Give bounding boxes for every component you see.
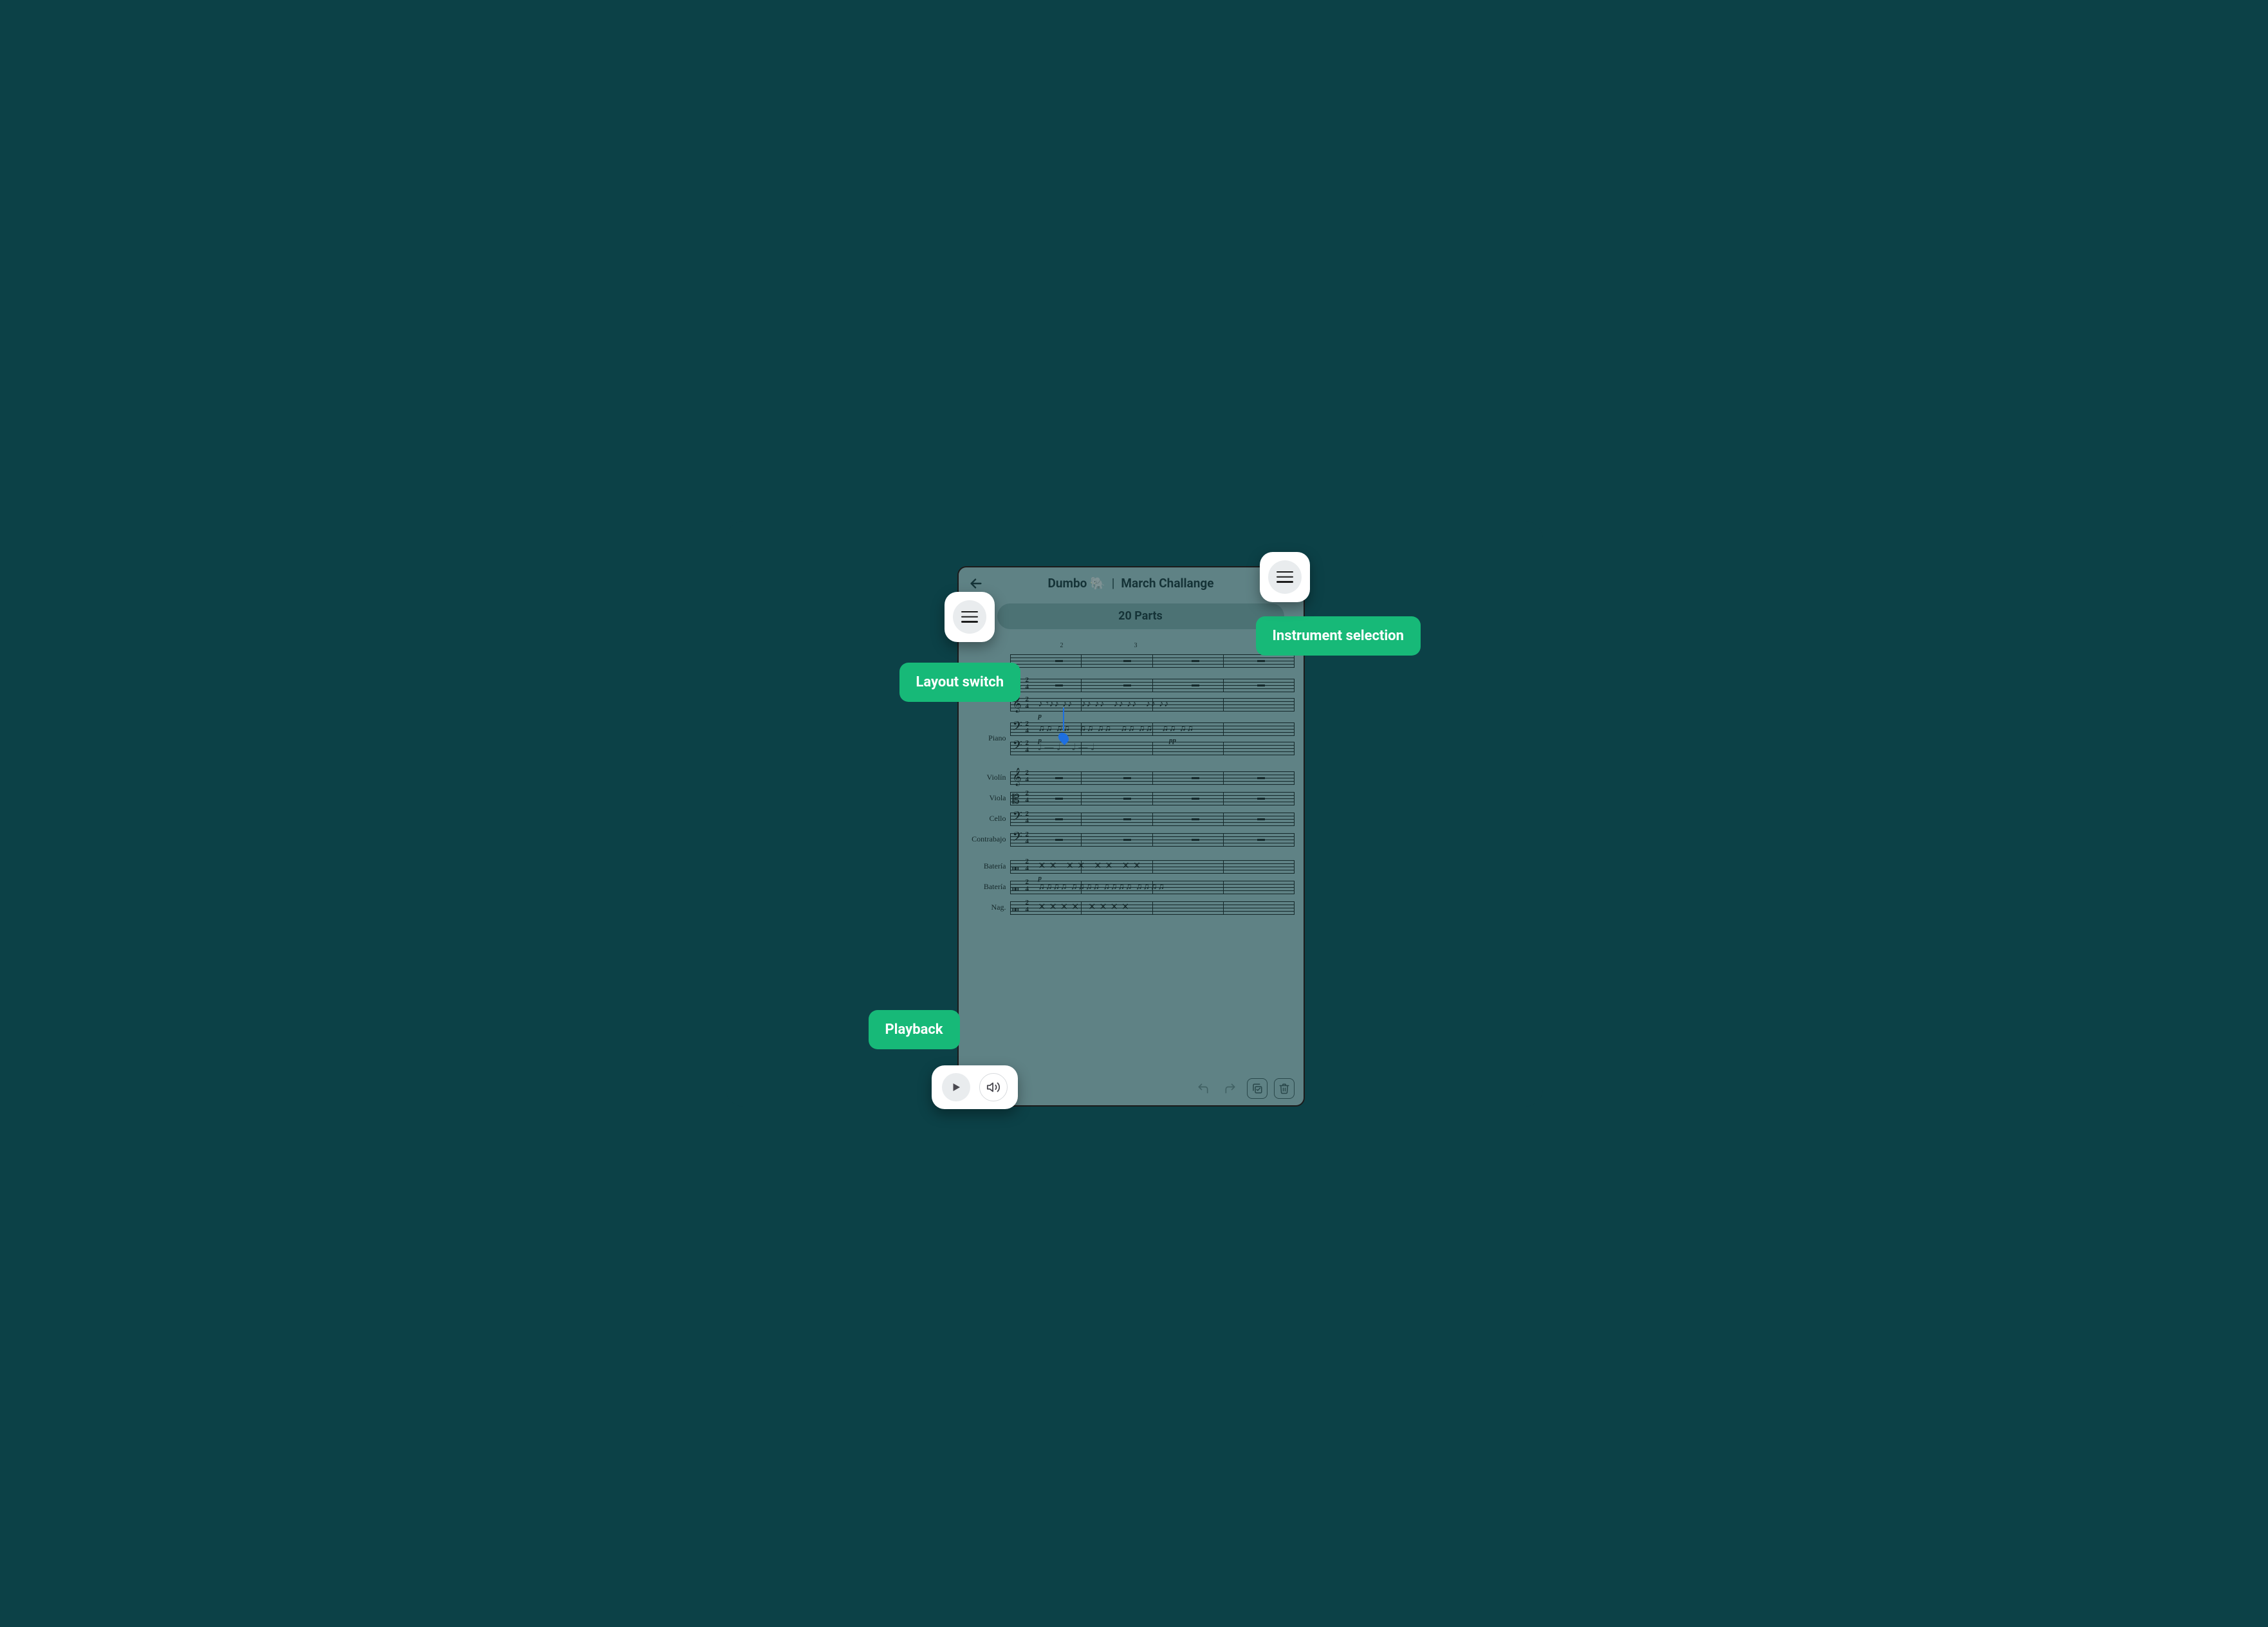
staff[interactable]: 𝄢 24 ♫♫ ♫♫ ♫♫ ♫♫ ♫♫ ♫♫ ♫♫ ♫♫ p pp <box>1010 720 1295 738</box>
music-notes: ♫♫ ♫♫ ♫♫ ♫♫ ♫♫ ♫♫ ♫♫ ♫♫ <box>1038 720 1292 738</box>
instrument-label: Batería <box>964 861 1010 871</box>
parts-label: 20 Parts <box>1118 609 1163 623</box>
delete-button[interactable] <box>1274 1078 1295 1099</box>
redo-icon <box>1224 1082 1237 1095</box>
instrument-label: Cello <box>964 814 1010 823</box>
play-icon <box>950 1081 962 1093</box>
music-notes: ♪ 𝄾♪♪ ♪♪ ♪♪ ♪♪ ♪♪ ♪♪ ♪♪ ♪♪ <box>1038 695 1292 713</box>
title-right: March Challange <box>1121 576 1213 591</box>
undo-button[interactable] <box>1193 1078 1213 1099</box>
music-notes: ✕ ✕ ✕ ✕ ✕ ✕ ✕ ✕ <box>1038 899 1292 917</box>
staff[interactable] <box>1010 652 1295 670</box>
hamburger-icon <box>1277 571 1293 583</box>
staff[interactable]: 𝄥𝄥 24 ♫♫♫♫ ♫♫♫♫ ♫♫♫♫ ♫♫♫♫ <box>1010 878 1295 896</box>
trash-icon <box>1278 1083 1290 1094</box>
arrow-left-icon <box>969 576 983 591</box>
back-button[interactable] <box>965 573 987 594</box>
select-mode-button[interactable] <box>1247 1078 1268 1099</box>
instrument-label: Batería <box>964 882 1010 892</box>
staff[interactable]: 𝄥𝄥 24 ✕ ✕ ✕ ✕ ✕ ✕ ✕ ✕ p <box>1010 858 1295 876</box>
volume-icon <box>986 1080 1000 1094</box>
layout-switch-button[interactable] <box>945 592 995 642</box>
hamburger-icon <box>961 611 978 623</box>
callout-playback: Playback <box>869 1010 960 1049</box>
measure-number: 2 <box>1060 642 1064 649</box>
redo-button[interactable] <box>1220 1078 1240 1099</box>
instrument-label: Contrabajo <box>964 834 1010 844</box>
title-separator: | <box>1112 576 1115 591</box>
staff[interactable]: 𝄞 24 <box>1010 769 1295 787</box>
staff-system-strings: Violín 𝄞 24 Viola 𝄡 24 <box>964 768 1298 850</box>
measure-number: 3 <box>1134 642 1138 649</box>
instrument-label: Nag. <box>964 903 1010 912</box>
staff[interactable]: 𝄥𝄥 24 ✕ ✕ ✕ ✕ ✕ ✕ ✕ ✕ <box>1010 899 1295 917</box>
instrument-label: Piano <box>964 733 1010 743</box>
play-button[interactable] <box>942 1073 970 1101</box>
staff[interactable]: 𝄢 24 <box>1010 831 1295 849</box>
instrument-label: Viola <box>964 793 1010 803</box>
callout-layout-switch: Layout switch <box>899 663 1021 702</box>
playback-cursor-line <box>1063 708 1064 731</box>
volume-button[interactable] <box>979 1073 1008 1101</box>
staff[interactable]: 𝄞 24 <box>1010 676 1295 694</box>
callout-instrument-selection: Instrument selection <box>1256 616 1421 656</box>
staff[interactable]: 𝄞 24 ♪ 𝄾♪♪ ♪♪ ♪♪ ♪♪ ♪♪ ♪♪ ♪♪ ♪♪ p <box>1010 695 1295 713</box>
undo-icon <box>1197 1082 1210 1095</box>
app-window: Dumbo 🐘 | March Challange 20 Parts 2 3 <box>957 566 1305 1107</box>
playback-controls <box>932 1065 1018 1109</box>
dynamic-p: p <box>1038 712 1042 720</box>
staff[interactable]: 𝄡 24 <box>1010 789 1295 807</box>
instrument-selection-button[interactable] <box>1260 552 1310 602</box>
parts-selector[interactable]: 20 Parts <box>997 603 1284 629</box>
title-left: Dumbo 🐘 <box>1048 576 1105 591</box>
staff[interactable]: 𝄢 24 <box>1010 810 1295 828</box>
staff-system-piano: Piano 𝄢 24 ♫♫ ♫♫ ♫♫ ♫♫ ♫♫ ♫♫ ♫♫ ♫♫ p pp … <box>964 719 1298 758</box>
staff-system-percussion: Batería 𝄥𝄥 24 ✕ ✕ ✕ ✕ ✕ ✕ ✕ ✕ p Batería … <box>964 856 1298 918</box>
music-notes: 𝅗𝅥 — 𝅗𝅥 𝅗𝅥 — 𝅗𝅥 <box>1038 739 1292 757</box>
music-notes: ♫♫♫♫ ♫♫♫♫ ♫♫♫♫ ♫♫♫♫ <box>1038 878 1292 896</box>
copy-check-icon <box>1251 1083 1263 1094</box>
app-header: Dumbo 🐘 | March Challange <box>959 567 1304 600</box>
music-notes: ✕ ✕ ✕ ✕ ✕ ✕ ✕ ✕ <box>1038 858 1292 876</box>
instrument-label: Violín <box>964 773 1010 782</box>
annotated-screenshot: Dumbo 🐘 | March Challange 20 Parts 2 3 <box>726 521 1543 1107</box>
measure-numbers: 2 3 <box>964 642 1298 649</box>
staff[interactable]: 𝄢 24 𝅗𝅥 — 𝅗𝅥 𝅗𝅥 — 𝅗𝅥 <box>1010 739 1295 757</box>
page-title: Dumbo 🐘 | March Challange <box>987 576 1275 591</box>
